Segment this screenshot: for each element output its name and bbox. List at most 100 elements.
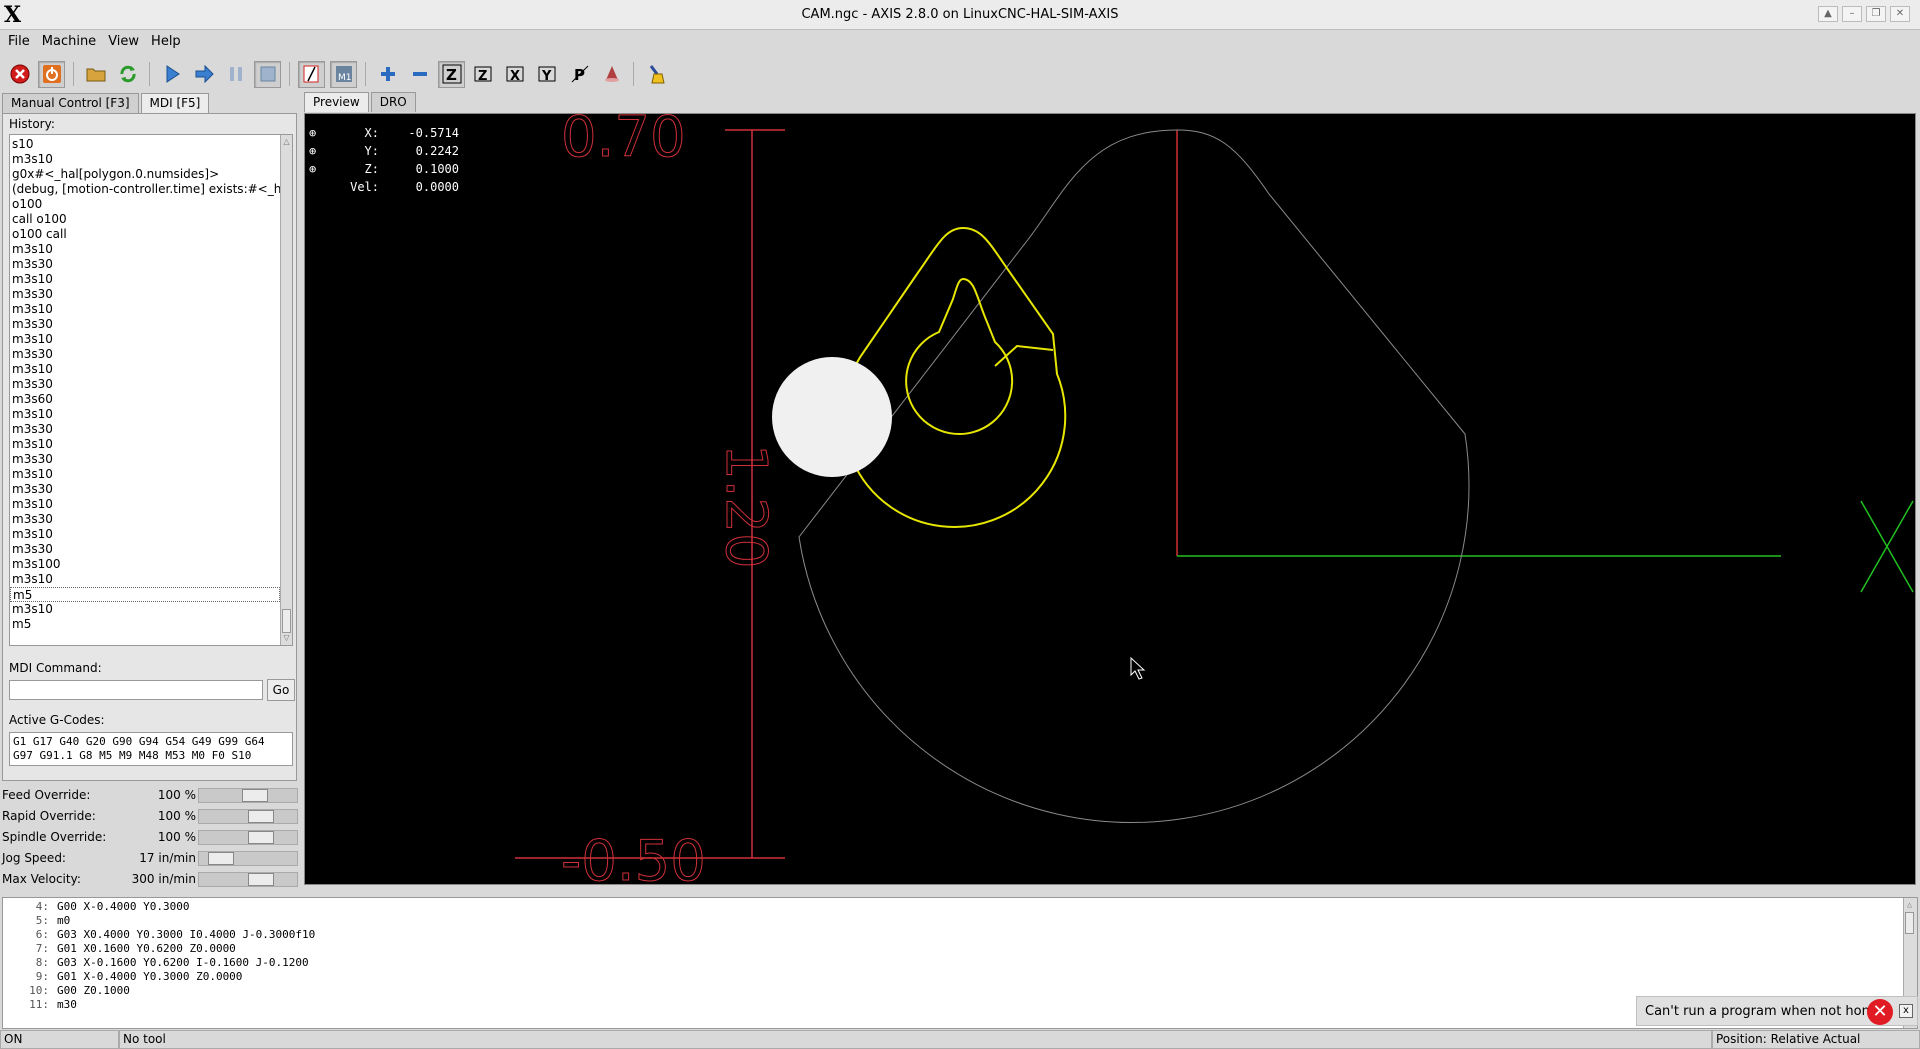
scrollbar-thumb[interactable] bbox=[282, 609, 291, 633]
view-z-icon[interactable]: Z bbox=[438, 60, 465, 88]
mdi-panel: History: s10 m3s10 g0x#<_hal[polygon.0.num… bbox=[2, 113, 297, 781]
menu-file[interactable]: File bbox=[4, 34, 34, 49]
history-item[interactable]: m3s30 bbox=[10, 347, 280, 362]
code-line[interactable]: 4: G00 X-0.4000 Y0.3000 bbox=[3, 900, 1917, 914]
code-line[interactable]: 7: G01 X0.1600 Y0.6200 Z0.0000 bbox=[3, 942, 1917, 956]
zoom-in-icon[interactable] bbox=[374, 61, 401, 88]
history-item[interactable]: m3s10 bbox=[10, 572, 280, 587]
tab-dro[interactable]: DRO bbox=[370, 92, 416, 112]
history-item[interactable]: m5 bbox=[10, 587, 280, 602]
run-icon[interactable] bbox=[158, 61, 185, 88]
history-item[interactable]: s10 bbox=[10, 137, 280, 152]
history-item[interactable]: m3s30 bbox=[10, 512, 280, 527]
history-item[interactable]: m5 bbox=[10, 617, 280, 632]
history-list[interactable]: s10 m3s10 g0x#<_hal[polygon.0.numsides]> (d… bbox=[9, 134, 293, 646]
rotate-view-icon[interactable] bbox=[598, 61, 625, 88]
code-line[interactable]: 6: G03 X0.4000 Y0.3000 I0.4000 J-0.3000f1… bbox=[3, 928, 1917, 942]
history-item[interactable]: m3s10 bbox=[10, 302, 280, 317]
history-item[interactable]: m3s10 bbox=[10, 362, 280, 377]
tab-mdi[interactable]: MDI [F5] bbox=[140, 93, 210, 113]
scroll-down-icon[interactable]: ▽ bbox=[282, 633, 291, 643]
close-window-icon[interactable]: ✕ bbox=[1890, 6, 1910, 22]
scroll-up-icon[interactable]: △ bbox=[1905, 900, 1914, 910]
minimize-window-icon[interactable]: – bbox=[1842, 6, 1862, 22]
history-item[interactable]: g0x#<_hal[polygon.0.numsides]> bbox=[10, 167, 280, 182]
mdi-command-input[interactable] bbox=[9, 680, 263, 700]
menu-machine[interactable]: Machine bbox=[38, 34, 100, 49]
history-item[interactable]: m3s30 bbox=[10, 377, 280, 392]
history-item[interactable]: m3s10 bbox=[10, 332, 280, 347]
line-number: 7: bbox=[35, 942, 49, 955]
stop-icon[interactable] bbox=[254, 60, 281, 88]
code-line[interactable]: 9: G01 X-0.4000 Y0.3000 Z0.0000 bbox=[3, 970, 1917, 984]
pause-icon[interactable] bbox=[222, 61, 249, 88]
go-button[interactable]: Go bbox=[267, 679, 295, 701]
menu-help[interactable]: Help bbox=[147, 34, 185, 49]
open-file-icon[interactable] bbox=[82, 61, 109, 88]
history-item[interactable]: m3s30 bbox=[10, 287, 280, 302]
history-scrollbar[interactable]: △ ▽ bbox=[280, 135, 292, 645]
spindle-override-slider[interactable] bbox=[198, 830, 298, 845]
max-velocity-slider[interactable] bbox=[198, 872, 298, 887]
maximize-window-icon[interactable]: ❐ bbox=[1866, 6, 1886, 22]
history-item[interactable]: m3s10 bbox=[10, 527, 280, 542]
slider-knob[interactable] bbox=[248, 873, 274, 886]
code-line[interactable]: 8: G03 X-0.1600 Y0.6200 I-0.1600 J-0.1200 bbox=[3, 956, 1917, 970]
history-item[interactable]: o100 call bbox=[10, 227, 280, 242]
preview-canvas[interactable]: 0.70 -0.50 1.20 ⊕ X: -0.5714 ⊕ Y: 0.2242 ⊕ Z: 0.… bbox=[304, 113, 1916, 885]
history-item[interactable]: m3s30 bbox=[10, 482, 280, 497]
clear-plot-icon[interactable] bbox=[642, 61, 669, 88]
svg-text:Z: Z bbox=[446, 66, 457, 84]
zoom-out-icon[interactable] bbox=[406, 61, 433, 88]
tab-manual-control[interactable]: Manual Control [F3] bbox=[2, 93, 139, 113]
feed-override-slider[interactable] bbox=[198, 788, 298, 803]
step-icon[interactable] bbox=[190, 61, 217, 88]
close-notification-button[interactable]: x bbox=[1899, 1004, 1913, 1018]
history-item[interactable]: m3s30 bbox=[10, 257, 280, 272]
history-item[interactable]: m3s10 bbox=[10, 152, 280, 167]
shade-window-icon[interactable]: ▲ bbox=[1818, 6, 1838, 22]
gcode-listing[interactable]: 4: G00 X-0.4000 Y0.3000 5: m0 6: G03 X0.4000 … bbox=[2, 897, 1918, 1029]
slider-knob[interactable] bbox=[248, 810, 274, 823]
history-item[interactable]: m3s10 bbox=[10, 467, 280, 482]
rapid-override-slider[interactable] bbox=[198, 809, 298, 824]
view-p-icon[interactable]: P bbox=[566, 61, 593, 88]
history-item[interactable]: m3s60 bbox=[10, 392, 280, 407]
history-item[interactable]: (debug, [motion-controller.time] exists:… bbox=[10, 182, 280, 197]
history-item[interactable]: m3s10 bbox=[10, 272, 280, 287]
history-item[interactable]: m3s10 bbox=[10, 407, 280, 422]
history-item[interactable]: call o100 bbox=[10, 212, 280, 227]
history-item[interactable]: o100 bbox=[10, 197, 280, 212]
slider-knob[interactable] bbox=[208, 852, 234, 865]
block-delete-icon[interactable] bbox=[298, 60, 325, 88]
history-item[interactable]: m3s10 bbox=[10, 497, 280, 512]
power-icon[interactable] bbox=[38, 60, 65, 88]
optional-stop-icon[interactable]: M1 bbox=[330, 60, 357, 88]
estop-icon[interactable] bbox=[6, 61, 33, 88]
history-item[interactable]: m3s10 bbox=[10, 602, 280, 617]
line-text: m30 bbox=[57, 998, 77, 1011]
history-item[interactable]: m3s30 bbox=[10, 452, 280, 467]
history-item[interactable]: m3s30 bbox=[10, 317, 280, 332]
code-line[interactable]: 11: m30 bbox=[3, 998, 1917, 1012]
dro-row: ⊕ Y: 0.2242 bbox=[309, 142, 459, 160]
slider-knob[interactable] bbox=[242, 789, 268, 802]
slider-knob[interactable] bbox=[248, 831, 274, 844]
view-y-icon[interactable]: Y bbox=[534, 61, 561, 88]
history-item[interactable]: m3s30 bbox=[10, 422, 280, 437]
scroll-up-icon[interactable]: △ bbox=[282, 137, 291, 147]
spindle-override-value: 100 % bbox=[157, 830, 196, 844]
code-line[interactable]: 10: G00 Z0.1000 bbox=[3, 984, 1917, 998]
jog-speed-slider[interactable] bbox=[198, 851, 298, 866]
tab-preview[interactable]: Preview bbox=[304, 92, 369, 112]
code-line[interactable]: 5: m0 bbox=[3, 914, 1917, 928]
history-item[interactable]: m3s10 bbox=[10, 437, 280, 452]
menu-view[interactable]: View bbox=[104, 34, 143, 49]
scrollbar-thumb[interactable] bbox=[1905, 912, 1914, 934]
history-item[interactable]: m3s100 bbox=[10, 557, 280, 572]
reload-icon[interactable] bbox=[114, 61, 141, 88]
view-x-icon[interactable]: X bbox=[502, 61, 529, 88]
view-z2-icon[interactable]: Z bbox=[470, 61, 497, 88]
history-item[interactable]: m3s10 bbox=[10, 242, 280, 257]
history-item[interactable]: m3s30 bbox=[10, 542, 280, 557]
